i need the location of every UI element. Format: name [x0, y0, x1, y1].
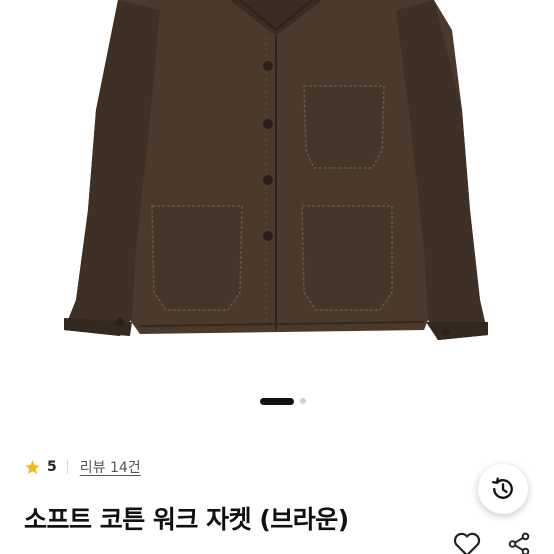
star-icon	[25, 459, 40, 474]
history-icon	[492, 477, 513, 499]
product-title: 소프트 코튼 워크 자켓 (브라운)	[24, 505, 349, 534]
heart-icon	[453, 532, 481, 554]
carousel-indicator	[0, 394, 554, 408]
like-button[interactable]	[452, 530, 482, 554]
rating-score: 5	[47, 459, 57, 475]
carousel-dot[interactable]	[300, 398, 306, 404]
product-image[interactable]	[0, 0, 554, 400]
jacket-illustration	[64, 0, 488, 340]
share-button[interactable]	[506, 530, 532, 554]
review-count-link[interactable]: 리뷰 14건	[80, 457, 141, 477]
carousel-dot-active[interactable]	[260, 397, 294, 405]
rating-divider	[66, 460, 68, 474]
share-icon	[508, 532, 530, 554]
rating-row: 5 리뷰 14건	[24, 456, 141, 478]
history-button[interactable]	[478, 464, 528, 514]
